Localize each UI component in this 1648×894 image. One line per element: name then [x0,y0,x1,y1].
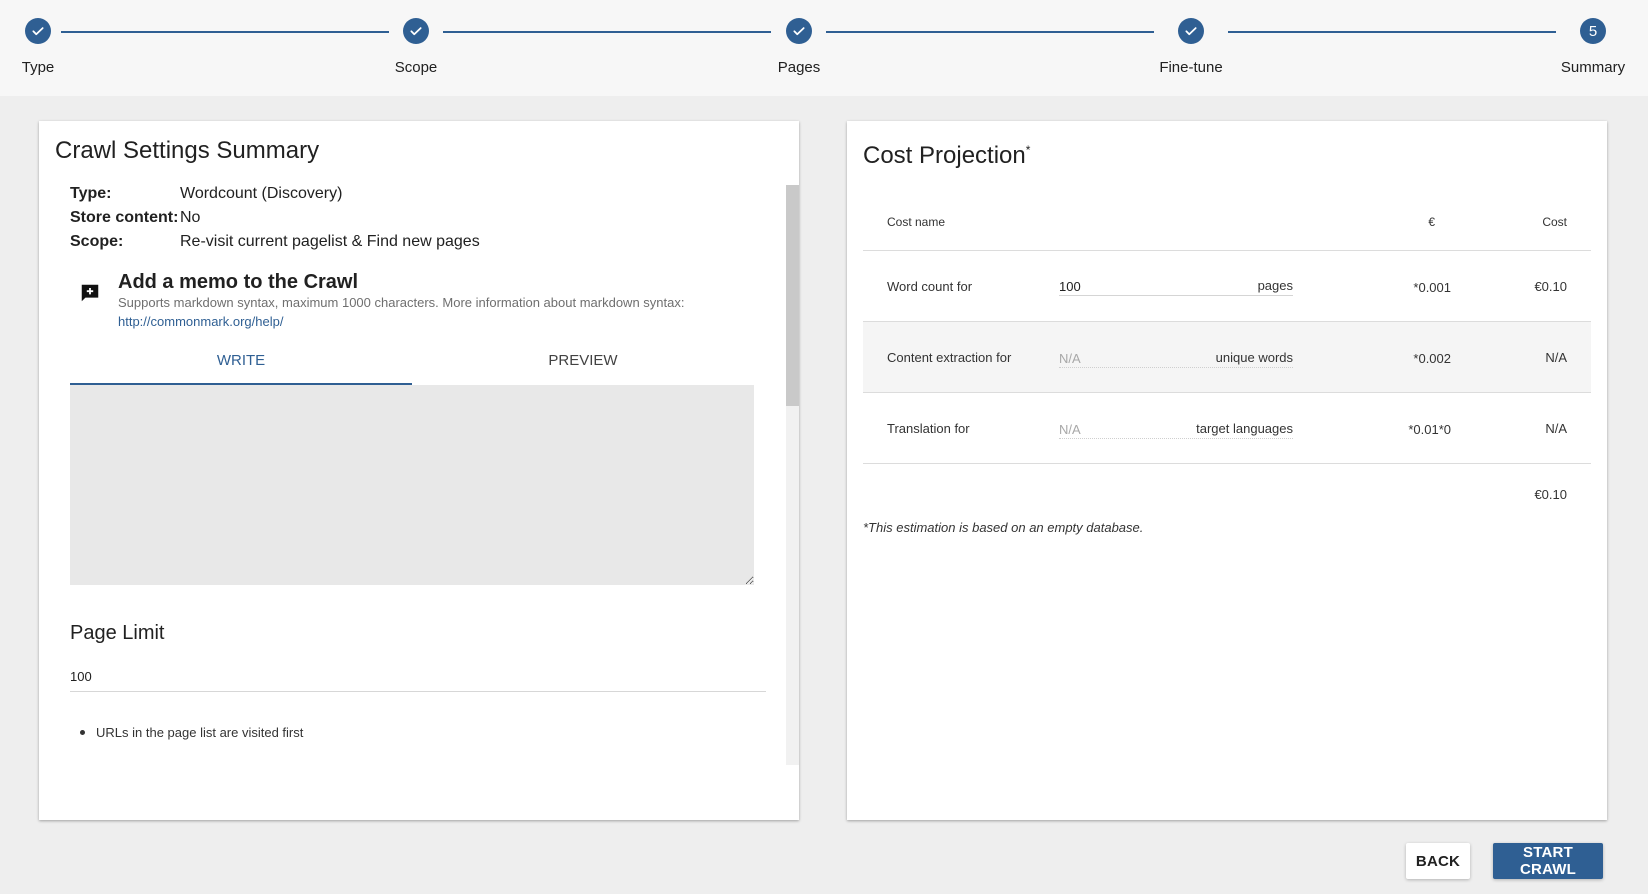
memo-textarea[interactable] [70,385,754,585]
cost-projection-card: Cost Projection* Cost name € Cost Word c… [847,121,1607,820]
bullet-dot [80,730,85,736]
quantity-field[interactable]: target languages [1059,421,1293,439]
estimation-note: *This estimation is based on an empty da… [863,520,1144,535]
header-euro: € [1428,215,1435,229]
scrollbar-thumb[interactable] [786,185,799,406]
step-connector [1228,31,1556,33]
step-type[interactable]: Type [0,16,108,76]
step-summary[interactable]: 5 Summary [1523,16,1648,76]
step-number: 5 [1580,18,1606,44]
check-icon [25,18,51,44]
summary-value: Re-visit current pagelist & Find new pag… [180,233,480,250]
step-label: Summary [1560,59,1626,76]
step-pages[interactable]: Pages [729,16,869,76]
cost-row-translation: Translation for target languages *0.01*0… [863,393,1591,464]
step-connector [826,31,1154,33]
memo-help-text: Supports markdown syntax, maximum 1000 c… [118,295,685,310]
summary-key: Scope: [70,233,124,250]
settings-scroll-area[interactable]: Type: Wordcount (Discovery) Store conten… [70,185,782,807]
unit-price: *0.002 [1413,351,1451,366]
cost-row-word-count: Word count for pages *0.001 €0.10 [863,251,1591,322]
check-icon [786,18,812,44]
card-title: Cost Projection* [863,142,1030,170]
cost-name: Content extraction for [887,350,1012,365]
quantity-input[interactable] [1059,350,1189,366]
memo-title: Add a memo to the Crawl [118,271,359,293]
page-limit-bullet: URLs in the page list are visited first [80,725,303,740]
tab-preview[interactable]: PREVIEW [412,345,754,385]
step-scope[interactable]: Scope [346,16,486,76]
row-cost: N/A [1545,350,1567,365]
step-connector [443,31,771,33]
summary-value: No [180,209,201,226]
add-comment-icon [79,282,101,304]
quantity-field[interactable]: unique words [1059,350,1293,368]
header-cost-name: Cost name [887,215,946,229]
markdown-help-link[interactable]: http://commonmark.org/help/ [118,314,283,329]
cost-title-text: Cost Projection [863,142,1026,169]
step-label: Scope [394,59,438,76]
page-limit-title: Page Limit [70,622,165,644]
quantity-input[interactable] [1059,421,1189,437]
header-cost: Cost [1542,215,1567,229]
footnote-mark: * [1025,143,1031,157]
cost-name: Word count for [887,279,973,294]
tab-write[interactable]: WRITE [70,345,412,385]
summary-key: Store content: [70,209,179,226]
back-button[interactable]: BACK [1406,843,1470,879]
page-limit-input[interactable] [70,662,766,692]
cost-row-content-extraction: Content extraction for unique words *0.0… [863,322,1591,393]
check-icon [403,18,429,44]
total-cost: €0.10 [1534,487,1567,502]
quantity-unit: unique words [1215,350,1293,365]
stepper: Type Scope Pages Fine-tune 5 Summary [0,0,1648,96]
quantity-field[interactable]: pages [1059,278,1293,296]
row-cost: €0.10 [1534,279,1567,294]
cost-table-header: Cost name € Cost [863,193,1591,251]
step-fine-tune[interactable]: Fine-tune [1121,16,1261,76]
check-icon [1178,18,1204,44]
step-label: Pages [777,59,821,76]
crawl-settings-card: Crawl Settings Summary Type: Wordcount (… [39,121,799,820]
step-connector [61,31,389,33]
summary-key: Type: [70,185,112,202]
card-title: Crawl Settings Summary [55,137,320,164]
cost-name: Translation for [887,421,970,436]
row-cost: N/A [1545,421,1567,436]
step-label: Type [21,59,55,76]
start-crawl-button[interactable]: START CRAWL [1493,843,1603,879]
quantity-input[interactable] [1059,278,1189,294]
summary-value: Wordcount (Discovery) [180,185,343,202]
unit-price: *0.001 [1413,280,1451,295]
quantity-unit: pages [1257,278,1293,293]
step-label: Fine-tune [1159,59,1223,76]
quantity-unit: target languages [1196,421,1293,436]
bullet-text: URLs in the page list are visited first [96,725,304,740]
unit-price: *0.01*0 [1408,422,1451,437]
